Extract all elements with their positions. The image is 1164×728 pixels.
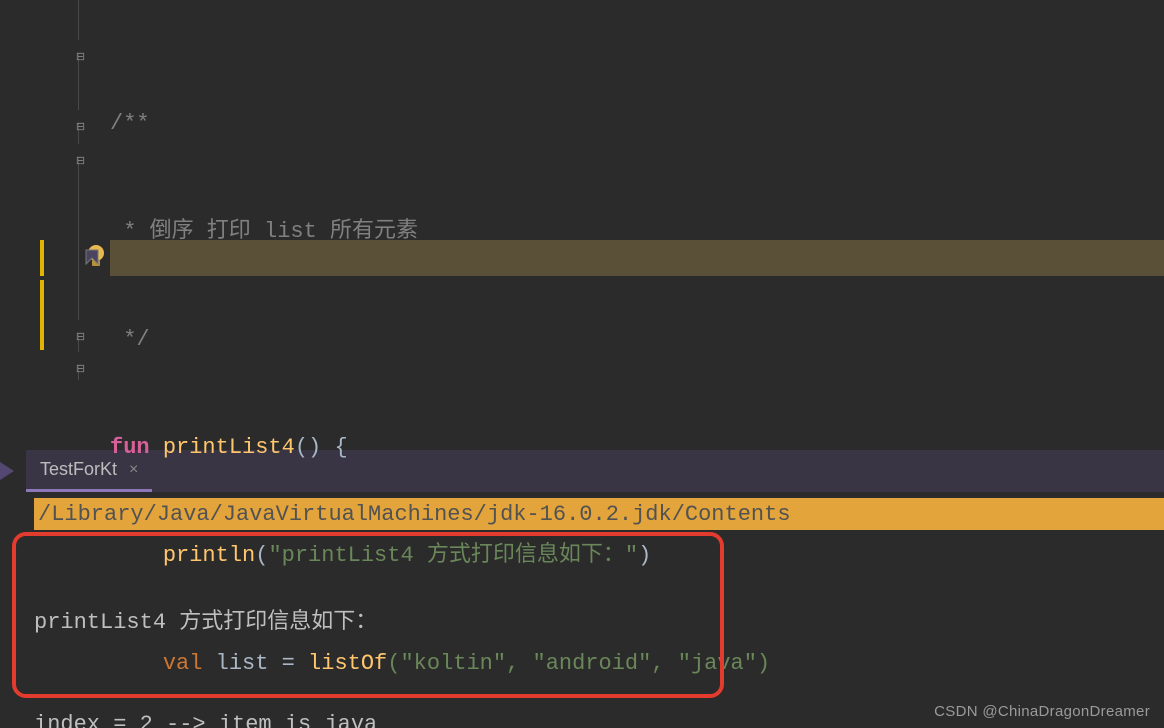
var-list: list — [216, 651, 269, 676]
bookmark-icon[interactable] — [84, 248, 102, 268]
run-console[interactable]: /Library/Java/JavaVirtualMachines/jdk-16… — [0, 492, 1164, 728]
keyword-fun: fun — [110, 435, 150, 460]
scope-marker — [40, 280, 44, 350]
doc-comment: * 倒序 打印 list 所有元素 — [110, 219, 418, 244]
string-literal: "printList4 方式打印信息如下：" — [268, 543, 638, 568]
console-line: printList4 方式打印信息如下： — [34, 606, 417, 640]
fold-close-icon[interactable]: ⊟ — [74, 352, 87, 365]
fold-open-icon[interactable]: ⊟ — [74, 144, 87, 157]
code-punct: () { — [295, 435, 348, 460]
console-command: /Library/Java/JavaVirtualMachines/jdk-16… — [34, 498, 1164, 530]
tab-corner-icon — [0, 450, 26, 492]
fold-close-icon[interactable]: ⊟ — [74, 110, 87, 123]
tab-label: TestForKt — [40, 459, 117, 480]
doc-comment: */ — [110, 327, 150, 352]
console-line: index = 2 --> item is java — [34, 708, 417, 728]
call-println: println — [163, 543, 255, 568]
function-name: printList4 — [163, 435, 295, 460]
keyword-val: val — [163, 651, 203, 676]
call-listof: listOf — [308, 651, 387, 676]
editor-gutter: ⊟ ⊟ ⊟ ⊟ ⊟ — [0, 0, 110, 450]
code-editor[interactable]: ⊟ ⊟ ⊟ ⊟ ⊟ /** * 倒序 打印 list 所有元素 */ fun p… — [0, 0, 1164, 450]
fold-open-icon[interactable]: ⊟ — [74, 40, 87, 53]
doc-comment: /** — [110, 111, 150, 136]
watermark-text: CSDN @ChinaDragonDreamer — [934, 703, 1150, 720]
string-args: ("koltin", "android", "java") — [387, 651, 770, 676]
fold-close-icon[interactable]: ⊟ — [74, 320, 87, 333]
current-line-marker — [40, 240, 44, 276]
